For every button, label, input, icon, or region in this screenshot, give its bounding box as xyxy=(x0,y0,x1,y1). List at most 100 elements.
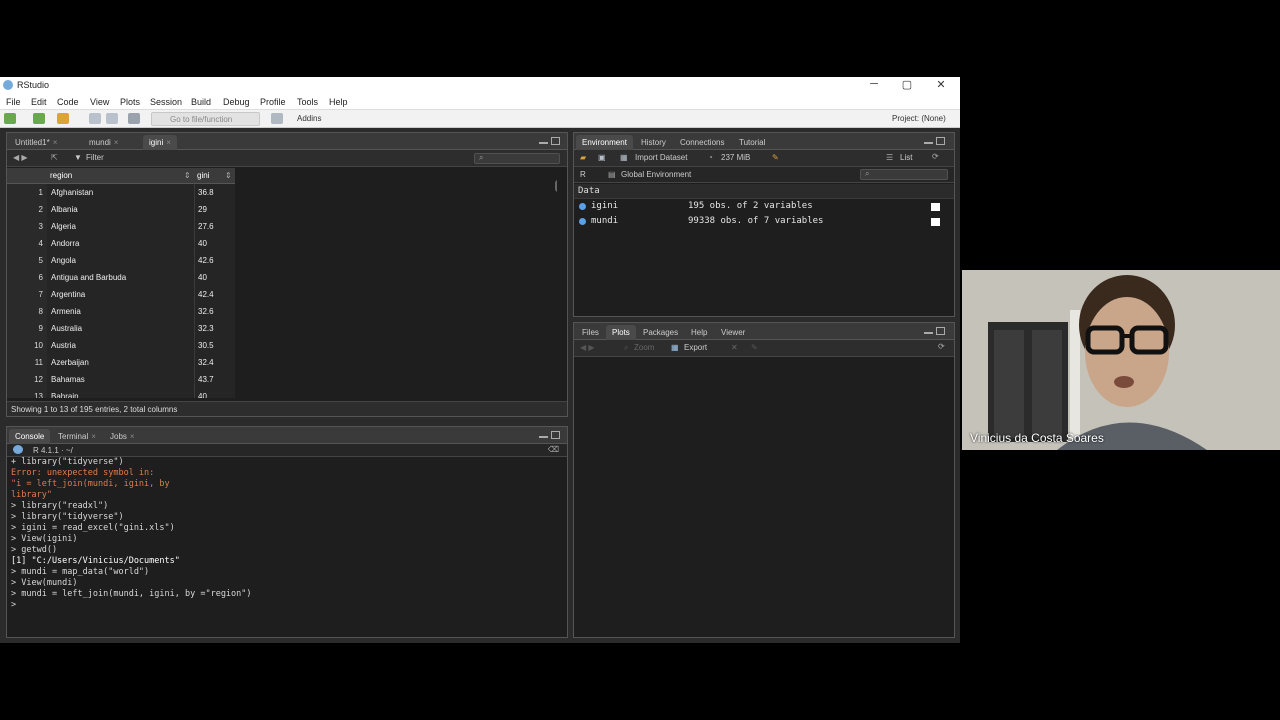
table-row[interactable]: 13 Bahrain 40 xyxy=(7,388,235,398)
menu-code[interactable]: Code xyxy=(57,97,79,107)
maximize-pane-icon[interactable] xyxy=(936,327,945,335)
table-row[interactable]: 9 Australia 32.3 xyxy=(7,320,235,337)
delete-plot-icon[interactable]: ✕ xyxy=(731,343,738,352)
import-icon[interactable]: ▦ xyxy=(620,153,628,162)
memory-usage[interactable]: 237 MiB xyxy=(721,153,750,162)
language-dropdown[interactable]: R xyxy=(580,170,586,179)
refresh-icon[interactable]: ⟳ xyxy=(938,342,945,351)
menu-help[interactable]: Help xyxy=(329,97,348,107)
data-search-input[interactable]: ⌕ xyxy=(474,153,560,164)
maximize-pane-icon[interactable] xyxy=(936,137,945,145)
tab-connections[interactable]: Connections xyxy=(674,135,730,150)
close-icon[interactable]: × xyxy=(91,432,96,441)
console-output[interactable]: + library("tidyverse") Error: unexpected … xyxy=(11,457,563,611)
tab-igini[interactable]: igini × xyxy=(143,135,177,150)
tab-plots[interactable]: Plots xyxy=(606,325,636,340)
popout-icon[interactable]: ⇱ xyxy=(51,153,58,162)
tab-tutorial[interactable]: Tutorial xyxy=(733,135,771,150)
sort-icon[interactable]: ⇕ xyxy=(225,171,232,180)
expand-object-icon[interactable] xyxy=(579,218,586,225)
export-button[interactable]: Export xyxy=(684,343,707,352)
column-header-gini[interactable]: gini xyxy=(197,171,209,180)
broom-clear-icon[interactable]: ⌫ xyxy=(548,445,559,454)
environment-object-row[interactable]: igini 195 obs. of 2 variables xyxy=(576,200,952,215)
minimize-pane-icon[interactable] xyxy=(539,436,548,438)
close-icon[interactable]: × xyxy=(130,432,135,441)
table-row[interactable]: 12 Bahamas 43.7 xyxy=(7,371,235,388)
table-row[interactable]: 10 Austria 30.5 xyxy=(7,337,235,354)
import-dataset-button[interactable]: Import Dataset xyxy=(635,153,687,162)
vertical-scrollbar-thumb[interactable] xyxy=(555,180,557,192)
tab-terminal[interactable]: Terminal × xyxy=(52,429,102,444)
filter-button[interactable]: Filter xyxy=(86,153,104,162)
table-row[interactable]: 4 Andorra 40 xyxy=(7,235,235,252)
refresh-icon[interactable]: ⟳ xyxy=(932,152,939,161)
table-row[interactable]: 11 Azerbaijan 32.4 xyxy=(7,354,235,371)
environment-object-row[interactable]: mundi 99338 obs. of 7 variables xyxy=(576,215,952,230)
tab-untitled1[interactable]: Untitled1* × xyxy=(9,135,63,150)
open-file-icon[interactable] xyxy=(57,113,69,124)
table-row[interactable]: 5 Angola 42.6 xyxy=(7,252,235,269)
close-icon[interactable]: × xyxy=(53,138,58,147)
environment-search-input[interactable]: ⌕ xyxy=(860,169,948,180)
table-row[interactable]: 3 Algeria 27.6 xyxy=(7,218,235,235)
table-row[interactable]: 8 Armenia 32.6 xyxy=(7,303,235,320)
table-row[interactable]: 1 Afghanistan 36.8 xyxy=(7,184,235,201)
minimize-pane-icon[interactable] xyxy=(539,142,548,144)
menu-view[interactable]: View xyxy=(90,97,109,107)
tab-viewer[interactable]: Viewer xyxy=(715,325,751,340)
column-header-region[interactable]: region xyxy=(50,171,72,180)
scope-dropdown[interactable]: Global Environment xyxy=(621,170,691,179)
minimize-pane-icon[interactable] xyxy=(924,332,933,334)
menu-build[interactable]: Build xyxy=(191,97,211,107)
menu-session[interactable]: Session xyxy=(150,97,182,107)
new-file-icon[interactable] xyxy=(4,113,16,124)
broom-icon[interactable]: ✎ xyxy=(772,153,779,162)
save-all-icon[interactable] xyxy=(106,113,118,124)
maximize-pane-icon[interactable] xyxy=(551,137,560,145)
tab-history[interactable]: History xyxy=(635,135,672,150)
filter-icon[interactable]: ▼ xyxy=(74,153,82,162)
save-icon[interactable] xyxy=(89,113,101,124)
sort-icon[interactable]: ⇕ xyxy=(184,171,191,180)
menu-plots[interactable]: Plots xyxy=(120,97,140,107)
view-grid-icon[interactable] xyxy=(931,203,940,211)
menu-edit[interactable]: Edit xyxy=(31,97,47,107)
tab-console[interactable]: Console xyxy=(9,429,51,444)
view-mode-dropdown[interactable]: List xyxy=(900,153,912,162)
new-project-icon[interactable] xyxy=(33,113,45,124)
tab-files[interactable]: Files xyxy=(576,325,605,340)
load-workspace-icon[interactable]: ▰ xyxy=(580,153,586,162)
close-icon[interactable]: × xyxy=(114,138,119,147)
project-menu[interactable]: Project: (None) xyxy=(892,114,946,123)
table-row[interactable]: 7 Argentina 42.4 xyxy=(7,286,235,303)
goto-file-input[interactable]: Go to file/function xyxy=(151,112,260,126)
clear-plots-icon[interactable]: ✎ xyxy=(751,343,758,352)
tab-environment[interactable]: Environment xyxy=(576,135,633,150)
zoom-button[interactable]: Zoom xyxy=(634,343,654,352)
minimize-pane-icon[interactable] xyxy=(924,142,933,144)
previous-plot-icon[interactable]: ◀ ▶ xyxy=(580,343,595,352)
tab-packages[interactable]: Packages xyxy=(637,325,684,340)
maximize-pane-icon[interactable] xyxy=(551,431,560,439)
save-workspace-icon[interactable]: ▣ xyxy=(598,153,606,162)
view-grid-icon[interactable] xyxy=(931,218,940,226)
print-icon[interactable] xyxy=(128,113,140,124)
menu-profile[interactable]: Profile xyxy=(260,97,286,107)
close-icon[interactable]: × xyxy=(166,138,171,147)
menu-tools[interactable]: Tools xyxy=(297,97,318,107)
table-row[interactable]: 2 Albania 29 xyxy=(7,201,235,218)
addins-menu[interactable]: Addins xyxy=(297,114,321,123)
menu-debug[interactable]: Debug xyxy=(223,97,250,107)
tab-jobs[interactable]: Jobs × xyxy=(104,429,141,444)
table-row[interactable]: 6 Antigua and Barbuda 40 xyxy=(7,269,235,286)
workspace-panes-icon[interactable] xyxy=(271,113,283,124)
minimize-button[interactable]: ─ xyxy=(864,78,884,90)
menu-file[interactable]: File xyxy=(6,97,21,107)
close-button[interactable]: ✕ xyxy=(931,78,951,91)
tab-help[interactable]: Help xyxy=(685,325,713,340)
tab-mundi[interactable]: mundi × xyxy=(83,135,124,150)
expand-object-icon[interactable] xyxy=(579,203,586,210)
maximize-button[interactable]: ▢ xyxy=(897,78,917,91)
back-arrow-icon[interactable]: ◀ ▶ xyxy=(13,153,28,162)
